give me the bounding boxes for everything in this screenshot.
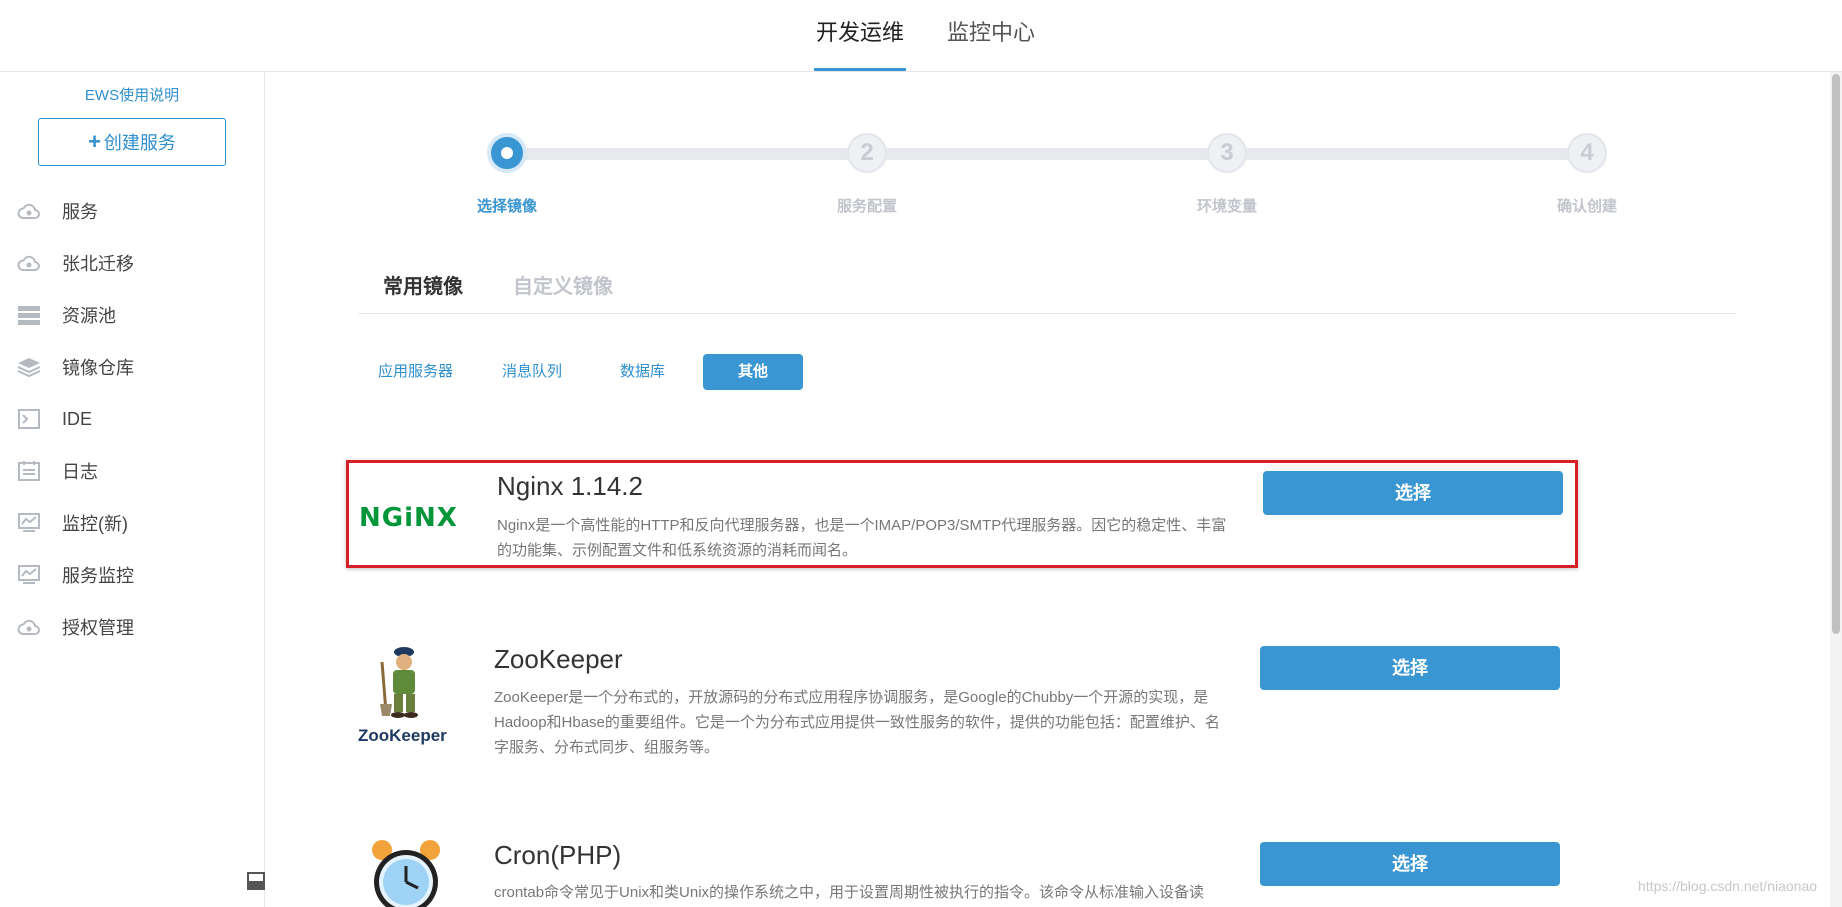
tab-custom-images[interactable]: 自定义镜像 [513,270,613,299]
select-button[interactable]: 选择 [1263,471,1563,515]
tab-monitor-center[interactable]: 监控中心 [947,0,1035,71]
cloud-icon [17,203,40,219]
active-dot-icon [501,147,513,159]
step-label: 确认创建 [1556,198,1617,215]
sidebar-item-label: 张北迁移 [62,254,134,274]
sidebar-item-logs[interactable]: 日志 [0,451,264,491]
collapse-sidebar-icon[interactable] [247,872,265,890]
top-nav-bar: 开发运维 监控中心 [0,0,1842,72]
sidebar-item-label: IDE [62,408,93,429]
create-service-button[interactable]: + 创建服务 [38,118,226,166]
category-database[interactable]: 数据库 [620,354,665,390]
sidebar-item-label: 服务 [62,202,98,222]
sidebar-item-migration[interactable]: 张北迁移 [0,243,264,283]
image-description: Nginx是一个高性能的HTTP和反向代理服务器，也是一个IMAP/POP3/S… [497,517,1227,559]
layers-icon [17,358,41,378]
cloud-icon [17,255,40,271]
sidebar-item-label: 授权管理 [62,618,134,638]
sidebar-item-label: 监控(新) [62,514,128,534]
scrollbar-thumb[interactable] [1832,74,1840,634]
image-card-zookeeper: ZooKeeper ZooKeeper ZooKeeper是一个分布式的，开放源… [346,636,1572,776]
server-stack-icon [18,306,40,325]
sidebar-item-services[interactable]: 服务 [0,191,264,231]
watermark: https://blog.csdn.net/niaonao [1638,878,1818,894]
create-service-label: 创建服务 [103,133,176,153]
sidebar-item-label: 服务监控 [62,566,134,586]
sidebar-item-label: 镜像仓库 [62,358,134,378]
log-icon [18,461,40,481]
select-button[interactable]: 选择 [1260,646,1560,690]
sidebar-item-resource-pool[interactable]: 资源池 [0,295,264,335]
category-other[interactable]: 其他 [703,354,803,390]
image-title: ZooKeeper [494,644,623,674]
step-3-indicator: 3 [1207,133,1247,173]
sidebar: EWS使用说明 + 创建服务 服务 张北迁移 资源池 镜像仓库 IDE 日志 监… [0,72,265,907]
plus-icon: + [88,129,101,154]
cloud-icon [17,619,40,635]
step-connector [868,148,1208,160]
sidebar-item-label: 日志 [62,462,98,482]
image-card-cron: Cron(PHP) crontab命令常见于Unix和类Unix的操作系统之中，… [346,830,1572,907]
monitor-icon [18,513,40,532]
tabs-divider [358,313,1736,314]
image-title: Cron(PHP) [494,840,622,870]
step-2-indicator: 2 [847,133,887,173]
category-app-server[interactable]: 应用服务器 [378,354,453,390]
zookeeper-mascot-icon [380,647,418,718]
tab-devops[interactable]: 开发运维 [813,0,907,71]
sidebar-item-monitor-new[interactable]: 监控(新) [0,503,264,543]
zookeeper-logo-text: ZooKeeper [358,726,447,745]
image-card-nginx: NGiNX Nginx 1.14.2 Nginx是一个高性能的HTTP和反向代理… [346,460,1578,568]
step-connector [508,148,848,160]
nginx-logo: NGiNX [359,503,458,533]
alarm-clock-icon [372,840,440,907]
select-button[interactable]: 选择 [1260,842,1560,886]
monitor-icon [18,565,40,584]
tab-common-images[interactable]: 常用镜像 [383,270,463,299]
sidebar-item-image-repo[interactable]: 镜像仓库 [0,347,264,387]
sidebar-item-service-monitor[interactable]: 服务监控 [0,555,264,595]
help-link[interactable]: EWS使用说明 [0,84,264,105]
sidebar-item-authorization[interactable]: 授权管理 [0,607,264,647]
image-title: Nginx 1.14.2 [497,471,643,501]
sidebar-item-ide[interactable]: IDE [0,399,264,439]
step-4-indicator: 4 [1567,133,1607,173]
step-label: 选择镜像 [476,198,537,215]
step-connector [1228,148,1568,160]
step-1-indicator [487,133,527,173]
terminal-icon [18,409,40,429]
step-label: 服务配置 [836,198,897,215]
category-message-queue[interactable]: 消息队列 [502,354,562,390]
image-description: crontab命令常见于Unix和类Unix的操作系统之中，用于设置周期性被执行… [494,884,1205,901]
image-description: ZooKeeper是一个分布式的，开放源码的分布式应用程序协调服务，是Googl… [494,689,1220,756]
step-label: 环境变量 [1196,198,1257,215]
sidebar-item-label: 资源池 [62,306,116,326]
